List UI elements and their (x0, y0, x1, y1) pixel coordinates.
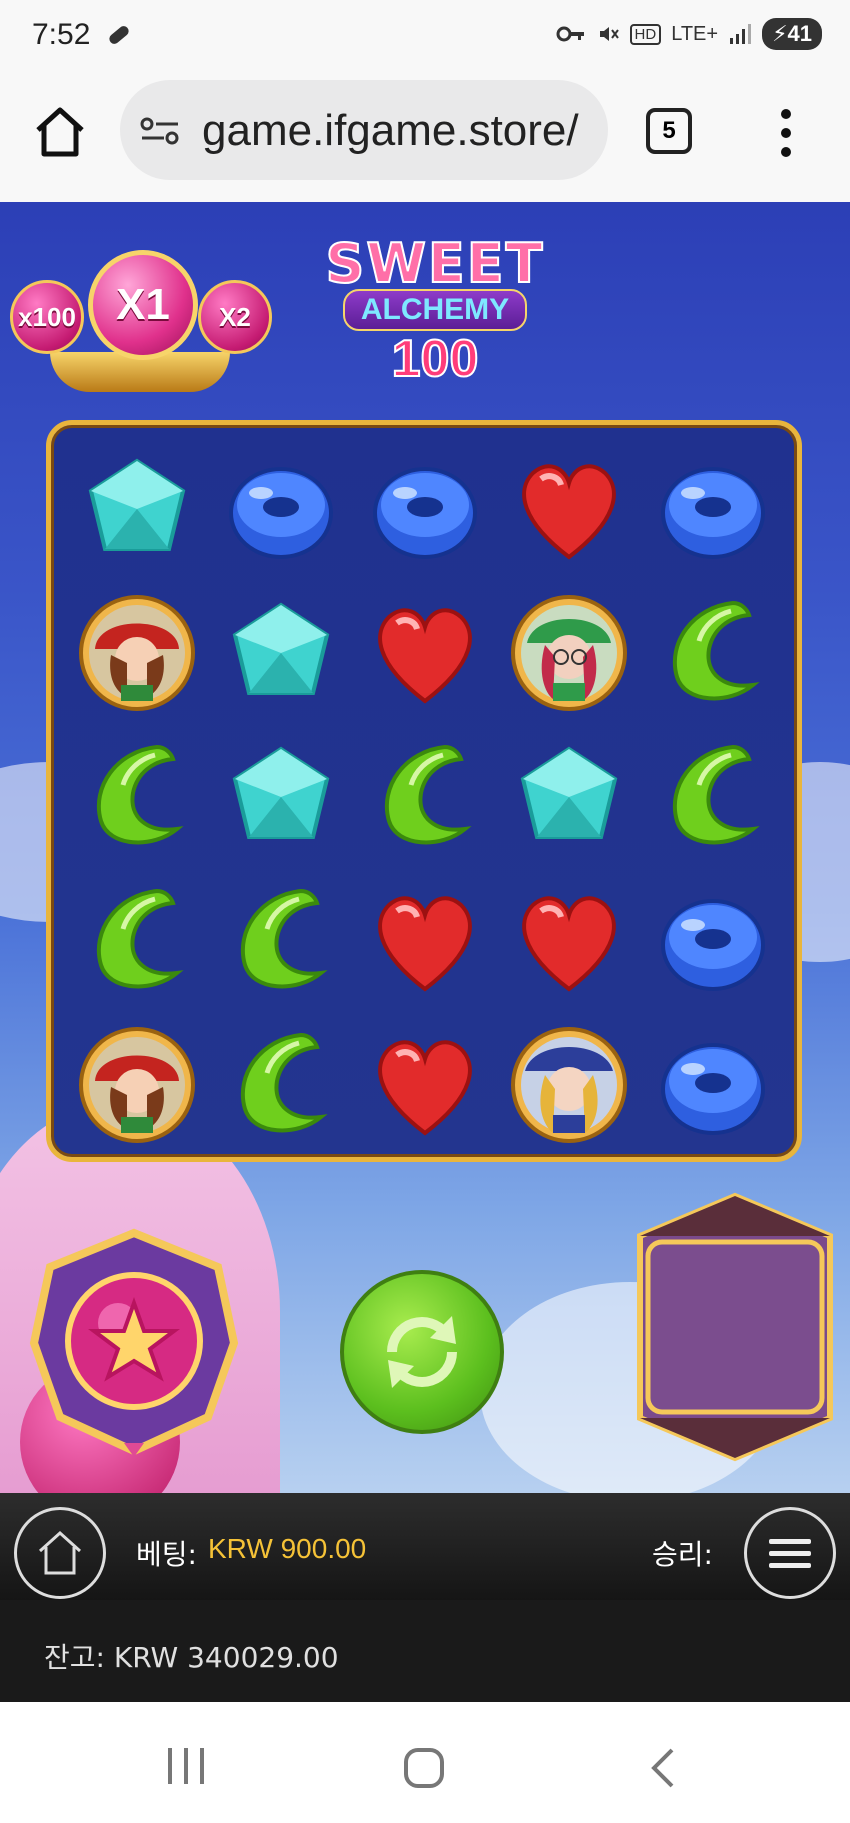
refresh-icon (387, 1316, 457, 1388)
green-jelly-symbol (67, 871, 207, 1011)
status-indicators: HD LTE+ ⚡41 (556, 18, 822, 50)
green-witch-symbol (499, 583, 639, 723)
lte-indicator: LTE+ (671, 22, 719, 45)
url-text: game.ifgame.store/ (202, 106, 579, 155)
home-icon (38, 1530, 82, 1575)
blue-ring-symbol (211, 439, 351, 579)
home-nav-icon[interactable] (402, 1746, 446, 1790)
battery-level: 41 (787, 21, 812, 46)
home-icon[interactable] (30, 102, 90, 162)
blue-ring-symbol (643, 871, 783, 1011)
red-heart-symbol (355, 1015, 495, 1155)
win-label: 승리: (652, 1538, 713, 1571)
cyan-cube-symbol (211, 583, 351, 723)
multiplier-left-text: x100 (18, 301, 76, 332)
system-nav-bar (0, 1702, 850, 1823)
red-heart-symbol (355, 871, 495, 1011)
bet-value: KRW 900.00 (208, 1533, 367, 1564)
multiplier-orb-right: X2 (198, 280, 272, 354)
spin-button[interactable] (340, 1270, 504, 1434)
blue-witch-symbol (499, 1015, 639, 1155)
hd-indicator: HD (629, 23, 662, 45)
logo-line3: 100 (391, 330, 480, 388)
site-settings-icon[interactable] (140, 116, 180, 146)
game-menu-button[interactable] (744, 1507, 836, 1599)
cyan-cube-symbol (499, 727, 639, 867)
logo-line1: SWEET (324, 231, 545, 296)
blue-ring-symbol (355, 439, 495, 579)
mute-icon (599, 27, 619, 41)
red-witch-symbol (67, 1015, 207, 1155)
browser-toolbar: game.ifgame.store/ 5 (0, 72, 850, 202)
multiplier-right-text: X2 (219, 301, 251, 332)
multiplier-current-text: X1 (116, 280, 170, 329)
game-logo: SWEET ALCHEMY 100 (290, 231, 580, 388)
tab-switcher-button[interactable]: 5 (646, 108, 692, 154)
red-heart-symbol (499, 871, 639, 1011)
key-icon (556, 26, 584, 42)
address-bar[interactable]: game.ifgame.store/ (120, 80, 608, 180)
status-time: 7:52 (32, 18, 91, 51)
recent-apps-icon[interactable] (164, 1746, 208, 1786)
multiplier-orb-current: X1 (88, 250, 198, 360)
red-witch-symbol (67, 583, 207, 723)
autoplay-panel[interactable] (630, 1192, 840, 1462)
blue-ring-symbol (643, 439, 783, 579)
hamburger-icon (769, 1539, 811, 1568)
balance-text: 잔고: KRW 340029.00 (44, 1641, 339, 1674)
cyan-cube-symbol (211, 727, 351, 867)
game-canvas[interactable]: x100 X2 X1 SWEET ALCHEMY 100 (0, 202, 850, 1493)
green-jelly-symbol (643, 583, 783, 723)
logo-line2: ALCHEMY (342, 289, 528, 331)
green-jelly-symbol (643, 727, 783, 867)
blue-ring-symbol (643, 1015, 783, 1155)
multiplier-orb-left: x100 (10, 280, 84, 354)
back-icon[interactable] (648, 1746, 678, 1790)
green-jelly-symbol (211, 1015, 351, 1155)
green-jelly-symbol (355, 727, 495, 867)
game-home-button[interactable] (14, 1507, 106, 1599)
green-jelly-symbol (211, 871, 351, 1011)
tab-count: 5 (662, 117, 676, 144)
red-heart-symbol (355, 583, 495, 723)
signal-icon (730, 24, 752, 44)
cyan-cube-symbol (67, 439, 207, 579)
reel-grid (46, 420, 802, 1162)
more-vert-icon[interactable] (776, 108, 796, 158)
game-info-bar: 베팅: KRW 900.00 승리: (0, 1493, 850, 1600)
pen-icon (109, 26, 129, 44)
green-jelly-symbol (67, 727, 207, 867)
red-heart-symbol (499, 439, 639, 579)
bet-label: 베팅: (136, 1538, 197, 1571)
buy-feature-button[interactable] (28, 1227, 240, 1457)
battery-indicator: ⚡41 (762, 18, 822, 50)
multiplier-orbs: x100 X2 X1 (10, 242, 272, 402)
balance-bar: 잔고: KRW 340029.00 (0, 1600, 850, 1702)
status-bar: 7:52 HD LTE+ ⚡41 (0, 0, 850, 72)
